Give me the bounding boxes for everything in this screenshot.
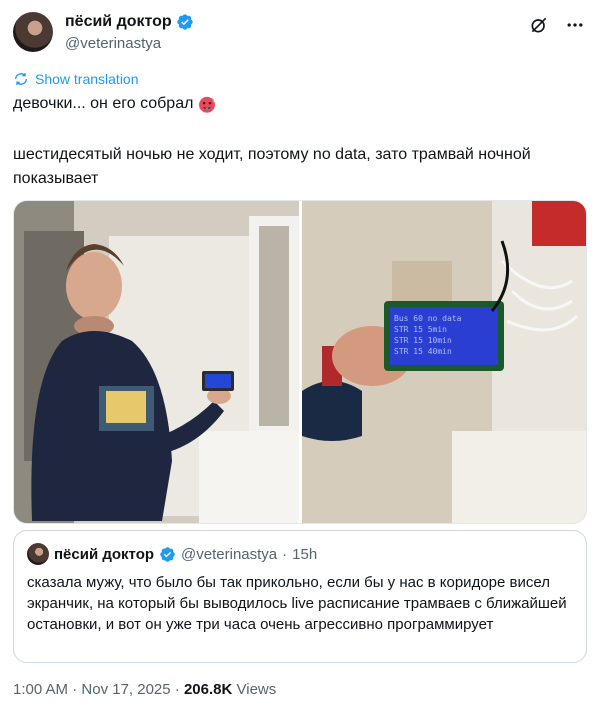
show-translation-label[interactable]: Show translation bbox=[35, 71, 139, 87]
meta-separator-1: · bbox=[72, 681, 78, 698]
author-name[interactable]: пёсий доктор bbox=[65, 13, 172, 31]
quoted-verified-badge-icon bbox=[160, 546, 175, 562]
post-time[interactable]: 1:00 AM bbox=[13, 681, 68, 698]
author-avatar[interactable] bbox=[13, 12, 53, 52]
more-options-icon[interactable] bbox=[564, 14, 586, 36]
verified-badge-icon bbox=[177, 14, 193, 30]
quoted-tweet-text: сказала мужу, что было бы так прикольно,… bbox=[27, 574, 567, 633]
quoted-tweet-header: пёсий доктор @veterinastya · 15h bbox=[27, 543, 317, 565]
photo-man-holding-device[interactable] bbox=[14, 201, 299, 523]
translate-icon bbox=[15, 73, 27, 85]
author-handle[interactable]: @veterinastya bbox=[65, 35, 161, 52]
show-translation-link[interactable]: Show translation bbox=[13, 71, 139, 87]
header-actions bbox=[528, 14, 586, 36]
hot-face-emoji-icon bbox=[199, 96, 216, 113]
lcd-line-2: STR 15 5min bbox=[394, 325, 447, 334]
views-label: Views bbox=[236, 681, 277, 698]
tweet-body: шестидесятый ночью не ходит, поэтому no … bbox=[13, 146, 531, 187]
photo-left-illustration bbox=[14, 201, 299, 523]
meta-separator-2: · bbox=[174, 681, 180, 698]
quoted-author-handle[interactable]: @veterinastya bbox=[181, 546, 277, 563]
post-date[interactable]: Nov 17, 2025 bbox=[81, 681, 170, 698]
photo-right-illustration: Bus 60 no data STR 15 5min STR 15 10min … bbox=[301, 201, 586, 523]
photo-lcd-device-closeup[interactable]: Bus 60 no data STR 15 5min STR 15 10min … bbox=[301, 201, 586, 523]
quoted-author-avatar[interactable] bbox=[27, 543, 49, 565]
author-name-row[interactable]: пёсий доктор bbox=[65, 13, 194, 31]
tweet-first-line: девочки... он его собрал bbox=[13, 94, 217, 114]
quoted-timestamp[interactable]: 15h bbox=[292, 546, 317, 563]
tweet-first-line-text: девочки... он его собрал bbox=[13, 95, 194, 112]
quoted-tweet[interactable]: пёсий доктор @veterinastya · 15h сказала… bbox=[13, 530, 587, 663]
quoted-separator: · bbox=[282, 545, 288, 563]
tweet-media[interactable]: Bus 60 no data STR 15 5min STR 15 10min … bbox=[13, 200, 587, 524]
tweet-meta: 1:00 AM · Nov 17, 2025 · 206.8K Views bbox=[13, 681, 276, 698]
lcd-line-4: STR 15 40min bbox=[394, 347, 452, 356]
views-count[interactable]: 206.8K bbox=[184, 681, 232, 698]
lcd-line-3: STR 15 10min bbox=[394, 336, 452, 345]
grok-icon[interactable] bbox=[528, 14, 550, 36]
quoted-author-name[interactable]: пёсий доктор bbox=[54, 546, 154, 563]
lcd-line-1: Bus 60 no data bbox=[394, 314, 462, 323]
